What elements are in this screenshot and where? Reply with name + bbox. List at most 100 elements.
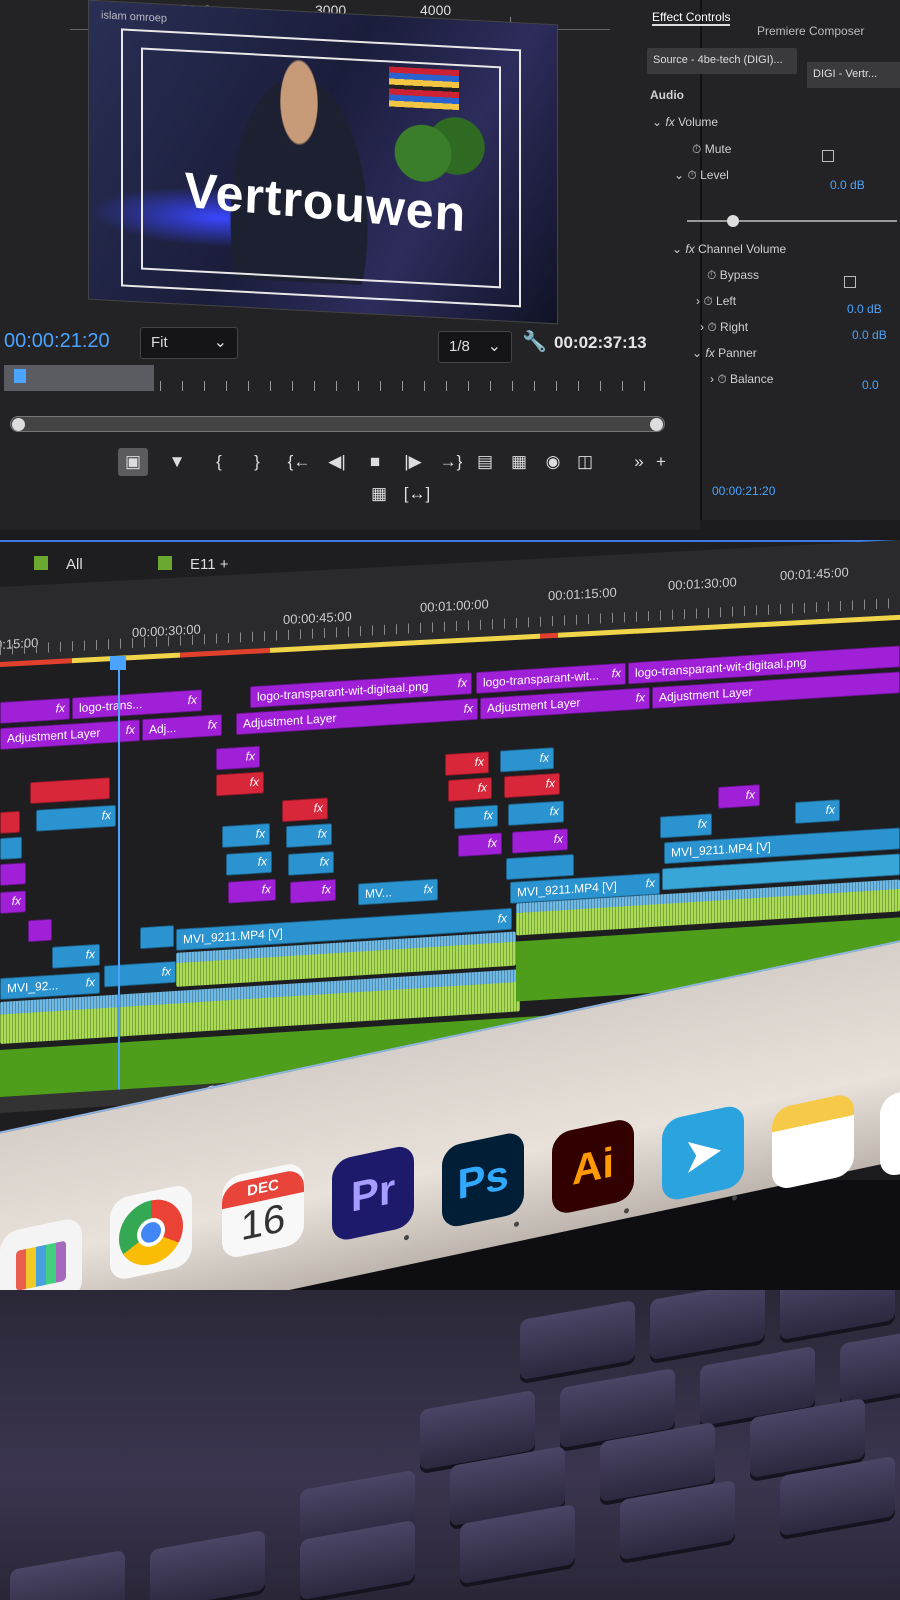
left-label: Left: [716, 294, 737, 308]
safe-margins-button[interactable]: ▣: [118, 448, 148, 476]
timeline-clip[interactable]: fx: [216, 771, 264, 797]
step-back-button[interactable]: ◀|: [322, 448, 352, 476]
fx-volume-row[interactable]: ⌄ fx Volume: [652, 115, 718, 129]
fx-badge: fx: [474, 754, 484, 770]
timeline-clip[interactable]: fx: [226, 850, 272, 876]
level-value[interactable]: 0.0 dB: [830, 178, 865, 192]
monitor-zoom-scrollbar[interactable]: [10, 416, 665, 432]
timeline-clip[interactable]: fx: [0, 890, 26, 914]
extract-button[interactable]: ▦: [504, 448, 534, 476]
fx-badge: fx: [825, 802, 835, 818]
level-slider[interactable]: [687, 215, 897, 227]
zoom-handle-left[interactable]: [12, 418, 25, 431]
lift-button[interactable]: ▤: [470, 448, 500, 476]
fx-badge: fx: [101, 808, 111, 823]
premiere-pro-icon[interactable]: Pr: [332, 1143, 414, 1243]
reminders-icon[interactable]: [880, 1079, 900, 1179]
timeline-clip[interactable]: fx: [52, 943, 100, 969]
compare-view-button[interactable]: ◫: [570, 448, 600, 476]
keyboard-key[interactable]: [650, 1290, 765, 1361]
timeline-clip[interactable]: MV... fx: [358, 878, 438, 906]
mark-in-button[interactable]: {: [204, 448, 234, 476]
photoshop-icon[interactable]: Ps: [442, 1130, 524, 1230]
level-slider-knob[interactable]: [727, 215, 739, 227]
timeline-clip[interactable]: [28, 918, 52, 943]
fx-panner-row[interactable]: ⌄ fx Panner: [692, 346, 757, 360]
timeline-clip[interactable]: fx: [216, 745, 260, 771]
left-value[interactable]: 0.0 dB: [847, 302, 882, 316]
fx-badge: fx: [321, 882, 331, 897]
multicam-icon[interactable]: ▦: [364, 480, 394, 508]
timeline-clip[interactable]: fx: [282, 797, 328, 823]
program-monitor-panel: 2000 3000 4000 islam omroep Vertrouwen 0…: [0, 0, 700, 530]
monitor-playhead[interactable]: [14, 369, 26, 383]
timeline-clip[interactable]: [140, 925, 174, 950]
timeline-clip[interactable]: fx: [508, 800, 564, 827]
timeline-playhead[interactable]: [118, 662, 120, 1102]
playback-resolution-dropdown[interactable]: 1/8 ⌄: [438, 331, 512, 363]
playhead-timecode[interactable]: 00:00:21:20: [4, 330, 110, 353]
zoom-fit-dropdown[interactable]: Fit ⌄: [140, 327, 238, 359]
track-toggle-e11[interactable]: E11 +: [158, 556, 229, 573]
timeline-clip[interactable]: fx: [458, 832, 502, 858]
timeline-clip[interactable]: fx: [286, 823, 332, 849]
add-button-icon[interactable]: +: [646, 448, 676, 476]
keyboard-key[interactable]: [520, 1299, 635, 1381]
timeline-clip[interactable]: fx: [795, 799, 840, 824]
stop-button[interactable]: ■: [360, 448, 390, 476]
timeline-clip[interactable]: [0, 836, 22, 860]
vr-video-icon[interactable]: [↔]: [402, 480, 432, 508]
go-to-in-button[interactable]: {←: [284, 448, 314, 476]
timeline-clip[interactable]: fx: [718, 784, 760, 809]
keyboard-key[interactable]: [10, 1549, 125, 1600]
right-value[interactable]: 0.0 dB: [852, 328, 887, 342]
add-marker-button[interactable]: ▼: [162, 448, 192, 476]
timeline-clip[interactable]: fx: [288, 850, 334, 876]
chrome-icon[interactable]: [110, 1182, 192, 1283]
fx-badge: fx: [257, 854, 267, 869]
timeline-clip[interactable]: [0, 810, 20, 834]
timeline-clip[interactable]: fx: [0, 697, 70, 724]
timeline-clip[interactable]: fx: [222, 823, 270, 849]
timeline-clip[interactable]: fx: [228, 878, 276, 904]
zoom-handle-right[interactable]: [650, 418, 663, 431]
timeline-clip[interactable]: fx: [660, 813, 712, 839]
mark-out-button[interactable]: }: [242, 448, 272, 476]
bypass-checkbox[interactable]: [844, 276, 856, 288]
source-dropdown[interactable]: Source - 4be-tech (DIGI)...: [647, 48, 797, 74]
mute-checkbox[interactable]: [822, 150, 834, 162]
timeline-clip[interactable]: fx: [512, 828, 568, 854]
step-forward-button[interactable]: |▶: [398, 448, 428, 476]
timeline-clip[interactable]: [30, 777, 110, 805]
timeline-clip[interactable]: fx: [500, 747, 554, 773]
timeline-clip[interactable]: fx: [504, 772, 560, 799]
timeline-clip[interactable]: Adj... fx: [142, 714, 222, 742]
track-color-swatch: [158, 556, 172, 570]
monitor-mini-timeline[interactable]: [0, 365, 665, 395]
tab-premiere-composer[interactable]: Premiere Composer: [757, 24, 864, 38]
program-video-frame[interactable]: islam omroep Vertrouwen: [88, 0, 558, 325]
track-toggle-all[interactable]: All: [34, 556, 83, 573]
fx-channel-volume-row[interactable]: ⌄ fx Channel Volume: [672, 242, 786, 256]
camera-icon[interactable]: ◉: [538, 448, 568, 476]
telegram-icon[interactable]: ➤: [662, 1103, 744, 1203]
go-to-out-button[interactable]: →}: [436, 448, 466, 476]
wrench-icon[interactable]: 🔧: [522, 329, 547, 354]
timeline-clip[interactable]: fx: [454, 804, 498, 830]
keyboard-key[interactable]: [150, 1529, 265, 1600]
timeline-clip[interactable]: fx: [36, 804, 116, 832]
timeline-clip[interactable]: fx: [290, 878, 336, 904]
sequence-dropdown[interactable]: DIGI - Vertr...: [807, 62, 900, 88]
timeline-clip[interactable]: [0, 862, 26, 886]
keyboard-key[interactable]: [780, 1290, 895, 1341]
illustrator-icon[interactable]: Ai: [552, 1116, 634, 1217]
timeline-clip[interactable]: fx: [104, 960, 176, 988]
calendar-icon[interactable]: DEC 16: [222, 1160, 304, 1261]
timeline-clip[interactable]: [506, 853, 574, 881]
keyboard-key[interactable]: [840, 1323, 900, 1405]
balance-value[interactable]: 0.0: [862, 378, 879, 392]
tab-effect-controls[interactable]: Effect Controls: [652, 10, 731, 26]
timeline-clip[interactable]: fx: [445, 751, 489, 777]
timeline-clip[interactable]: fx: [448, 777, 492, 802]
timeline-clip[interactable]: logo-trans... fx: [72, 689, 202, 720]
